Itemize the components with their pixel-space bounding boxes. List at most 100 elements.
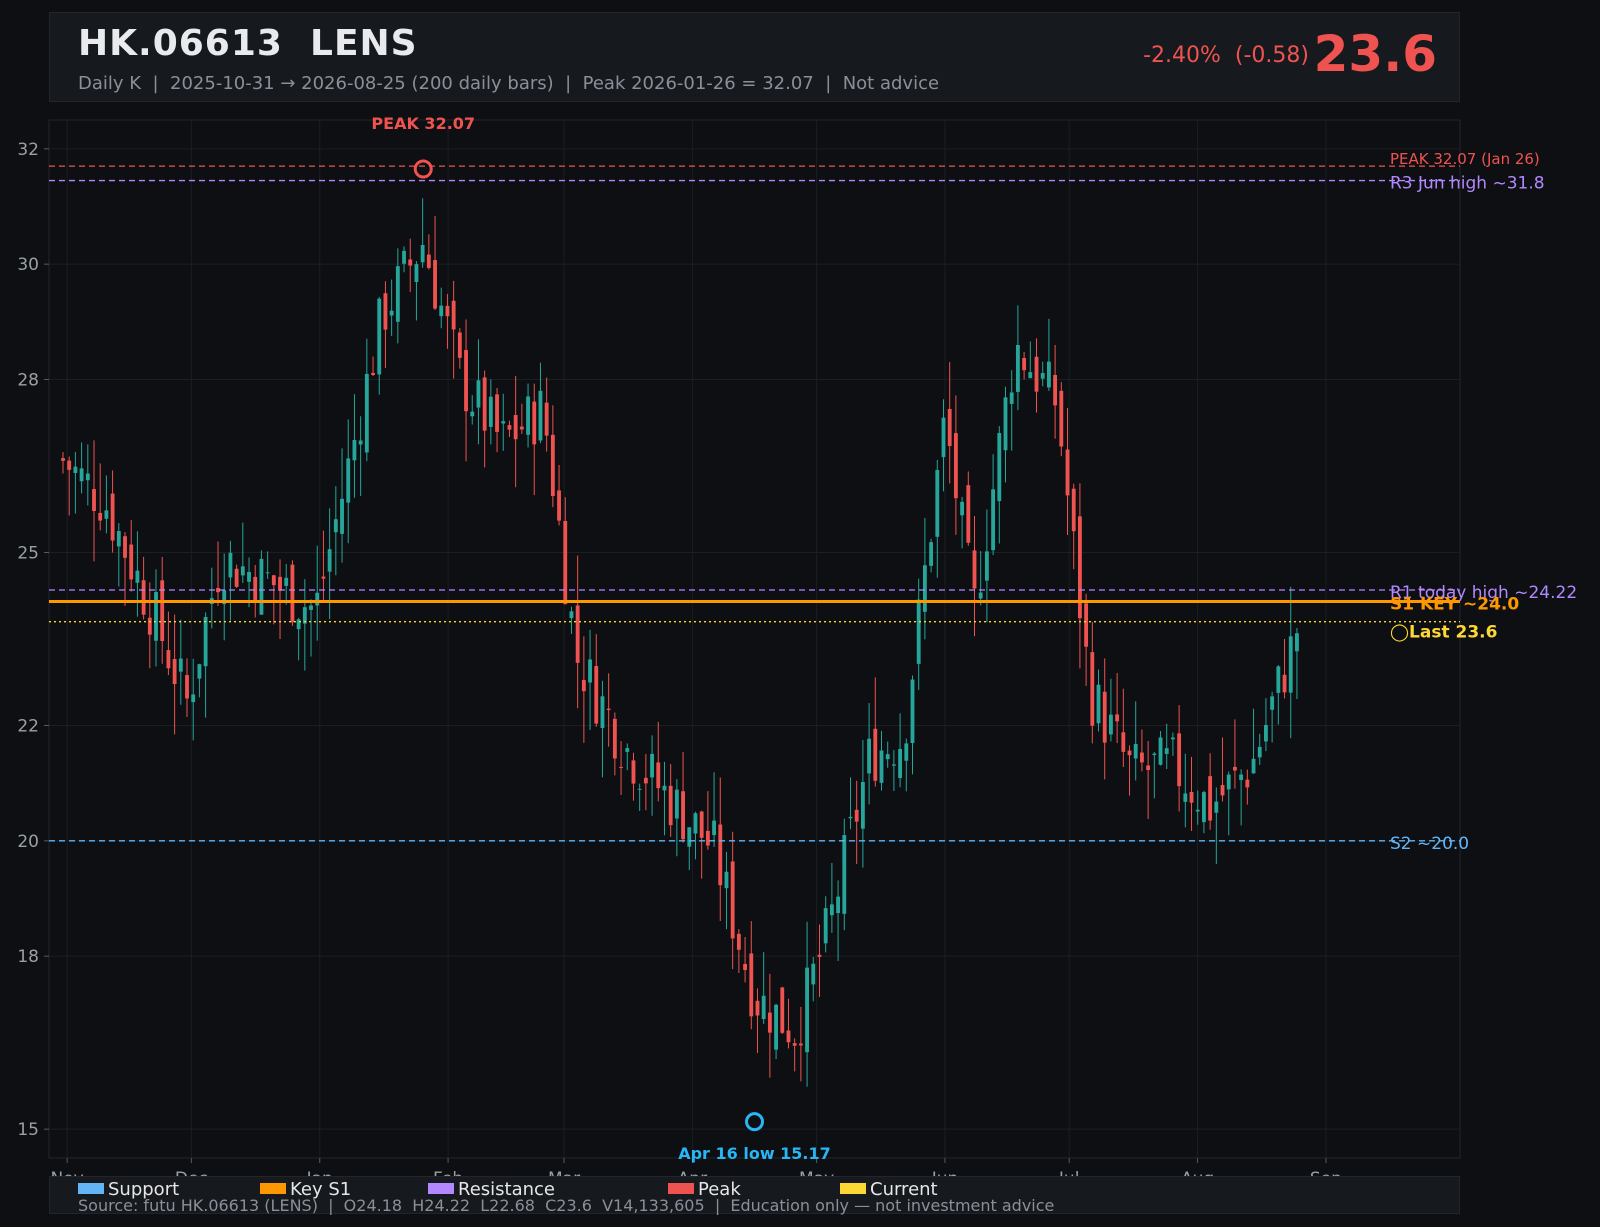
- candle-body: [749, 953, 754, 1017]
- candle-body: [885, 754, 890, 760]
- candle-body: [1295, 633, 1299, 652]
- candle-body: [730, 861, 735, 939]
- candle-body: [1046, 361, 1051, 388]
- candle-body: [805, 967, 810, 1053]
- candle-body: [352, 439, 357, 461]
- y-tick-label: 20: [17, 832, 39, 852]
- candle-body: [575, 605, 580, 663]
- candle-body: [1133, 744, 1138, 759]
- candle-body: [922, 565, 927, 612]
- candle-body: [476, 380, 481, 408]
- level-label-resistance: R3 Jun high ~31.8: [1390, 174, 1545, 194]
- candle-body: [197, 664, 202, 679]
- candle-body: [507, 425, 512, 430]
- candle-body: [501, 421, 506, 424]
- candle-body: [699, 811, 704, 838]
- candle-body: [656, 762, 661, 789]
- legend-swatch: [428, 1182, 454, 1194]
- candle-body: [395, 266, 400, 322]
- low-annotation: Apr 16 low 15.17: [678, 1144, 831, 1163]
- candle-body: [687, 827, 692, 847]
- candle-body: [191, 694, 196, 703]
- y-tick-label: 18: [17, 947, 39, 967]
- candle-body: [296, 619, 301, 630]
- level-label-key: S1 KEY ~24.0: [1390, 595, 1519, 615]
- candle-body: [166, 650, 171, 669]
- candle-body: [1059, 390, 1064, 447]
- candle-body: [1115, 714, 1120, 722]
- candle-body: [550, 434, 555, 496]
- candle-body: [321, 576, 326, 579]
- candle-body: [67, 460, 72, 470]
- candle-body: [240, 566, 245, 576]
- candle-body: [445, 305, 450, 317]
- candle-body: [346, 458, 351, 503]
- candle-body: [1022, 358, 1027, 371]
- candle-body: [389, 310, 394, 316]
- candle-body: [110, 493, 115, 541]
- candle-body: [668, 785, 673, 826]
- candle-body: [85, 473, 90, 481]
- candle-body: [563, 521, 568, 605]
- candle-body: [916, 599, 921, 664]
- candle-body: [817, 954, 822, 957]
- candle-body: [290, 564, 295, 623]
- candle-body: [284, 577, 289, 586]
- candle-body: [947, 408, 952, 447]
- candle-body: [451, 300, 456, 330]
- candle-body: [1028, 372, 1033, 379]
- level-label-peak: PEAK 32.07 (Jan 26): [1390, 150, 1540, 168]
- candle-body: [408, 259, 413, 266]
- candle-body: [315, 592, 320, 606]
- candle-body: [259, 558, 264, 615]
- candle-body: [141, 580, 146, 615]
- candle-body: [1127, 750, 1132, 756]
- chart-legend: Support Key S1 Resistance Peak Current Sourc…: [49, 1176, 1460, 1215]
- candle-body: [774, 1004, 778, 1050]
- candle-body: [1003, 397, 1008, 451]
- candle-body: [247, 571, 251, 582]
- candle-body: [1152, 753, 1157, 756]
- candle-body: [426, 254, 431, 268]
- candle-body: [891, 764, 896, 766]
- legend-swatch: [840, 1182, 866, 1194]
- candle-body: [73, 466, 78, 473]
- legend-swatch: [668, 1182, 694, 1194]
- candle-body: [1220, 785, 1225, 796]
- candle-body: [941, 417, 946, 458]
- candle-body: [470, 411, 475, 417]
- candle-body: [1251, 758, 1256, 774]
- candlestick-chart: 1518202225283032Nov Dec Jan Feb Mar Apr May Jun…: [17, 114, 1577, 1180]
- candle-body: [464, 350, 468, 412]
- candle-body: [147, 617, 152, 635]
- candle-body: [904, 743, 909, 761]
- candle-body: [333, 519, 338, 533]
- candle-body: [557, 490, 561, 521]
- candle-body: [1090, 652, 1095, 726]
- candle-body: [234, 568, 239, 587]
- candle-body: [371, 372, 375, 375]
- candle-body: [116, 531, 121, 547]
- candle-body: [588, 659, 592, 683]
- candle-body: [619, 766, 623, 768]
- candle-body: [836, 896, 841, 914]
- candle-body: [612, 718, 617, 759]
- candle-body: [203, 616, 208, 667]
- candle-body: [1053, 374, 1058, 406]
- candle-body: [848, 816, 853, 819]
- candle-body: [960, 501, 965, 516]
- candle-body: [414, 264, 419, 282]
- candle-body: [1108, 714, 1113, 735]
- candle-body: [674, 789, 679, 819]
- candle-body: [519, 426, 524, 430]
- candle-body: [364, 373, 369, 453]
- peak-annotation: PEAK 32.07: [371, 114, 475, 133]
- candle-body: [178, 658, 183, 672]
- candle-body: [1226, 774, 1231, 790]
- candle-body: [1189, 791, 1194, 803]
- candle-body: [873, 728, 878, 781]
- candle-body: [98, 512, 103, 521]
- candle-body: [172, 659, 177, 685]
- candle-body: [129, 544, 134, 580]
- candle-body: [860, 781, 865, 829]
